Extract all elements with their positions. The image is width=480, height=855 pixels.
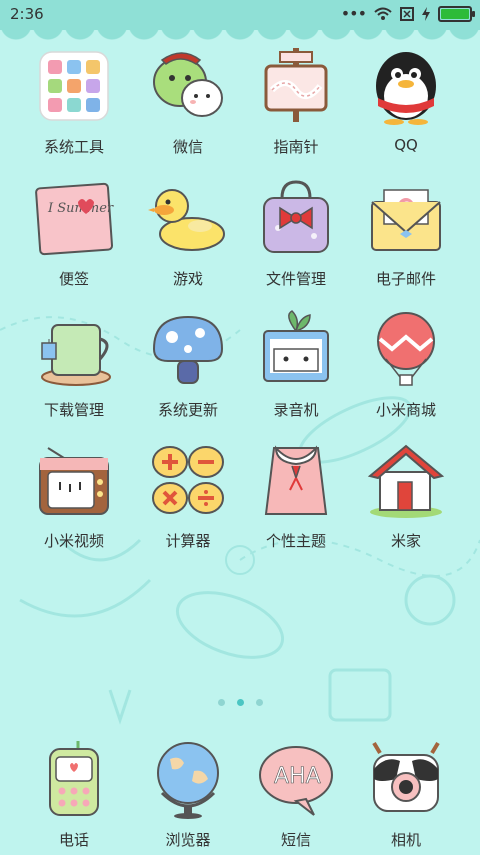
messages-icon: AHA — [259, 746, 333, 816]
dock-camera[interactable]: 相机 — [346, 735, 466, 855]
app-label: 电话 — [58, 831, 89, 849]
app-label: 小米商城 — [375, 401, 436, 419]
app-file-manager[interactable]: 文件管理 — [236, 174, 356, 294]
dock-phone[interactable]: 电话 — [14, 735, 134, 855]
app-mi-store[interactable]: 小米商城 — [346, 305, 466, 425]
app-themes[interactable]: 个性主题 — [236, 436, 356, 556]
email-icon: @ — [371, 189, 441, 251]
app-system-update[interactable]: 系统更新 — [128, 305, 248, 425]
recorder-icon — [263, 310, 329, 382]
camera-icon — [372, 741, 440, 812]
app-downloads[interactable]: 下载管理 — [14, 305, 134, 425]
app-label: 下载管理 — [43, 401, 104, 419]
app-wechat[interactable]: 微信 — [128, 42, 248, 162]
games-icon — [148, 189, 225, 251]
phone-icon — [49, 741, 99, 816]
statusbar-scallop — [0, 24, 480, 40]
messages-bubble-text: AHA — [274, 764, 321, 789]
app-label: 个性主题 — [265, 532, 326, 550]
app-label: 便签 — [58, 270, 89, 288]
app-label: 游戏 — [172, 270, 203, 288]
browser-icon — [157, 742, 219, 819]
app-label: QQ — [394, 136, 418, 154]
app-mijia[interactable]: 米家 — [346, 436, 466, 556]
calculator-icon — [152, 446, 224, 514]
app-notes[interactable]: I Summer 便签 — [14, 174, 134, 294]
app-label: 文件管理 — [265, 270, 326, 288]
app-games[interactable]: 游戏 — [128, 174, 248, 294]
app-label: 电子邮件 — [375, 270, 436, 288]
file-manager-icon — [263, 180, 329, 253]
wifi-icon — [374, 7, 392, 20]
page-dot[interactable] — [217, 699, 225, 706]
app-label: 微信 — [172, 138, 203, 156]
charging-icon — [422, 6, 430, 21]
dock-messages[interactable]: AHA 短信 — [236, 735, 356, 855]
app-label: 浏览器 — [165, 831, 211, 849]
battery-icon — [438, 5, 475, 22]
system-update-icon — [152, 315, 224, 384]
app-calculator[interactable]: 计算器 — [128, 436, 248, 556]
mijia-icon — [367, 444, 445, 518]
app-system-tools[interactable]: 系统工具 — [14, 42, 134, 162]
page-indicator[interactable] — [0, 699, 480, 706]
app-label: 系统更新 — [157, 401, 218, 419]
page-dot-active[interactable] — [236, 699, 244, 706]
system-tools-icon — [39, 51, 109, 121]
app-label: 录音机 — [273, 401, 319, 419]
app-qq[interactable]: QQ — [346, 42, 466, 162]
qq-icon — [376, 52, 436, 125]
app-label: 计算器 — [165, 532, 211, 550]
dock-browser[interactable]: 浏览器 — [128, 735, 248, 855]
status-time: 2:36 — [10, 5, 44, 23]
themes-icon — [264, 445, 328, 515]
app-label: 指南针 — [273, 138, 319, 156]
dock: 电话 浏览器 AHA 短信 相机 — [0, 735, 480, 853]
notes-icon: I Summer — [35, 182, 114, 256]
sim-icon — [400, 6, 414, 21]
app-label: 系统工具 — [43, 138, 104, 156]
app-compass[interactable]: 指南针 — [236, 42, 356, 162]
app-label: 短信 — [280, 831, 311, 849]
app-label: 小米视频 — [43, 532, 104, 550]
app-label: 米家 — [390, 532, 421, 550]
app-email[interactable]: @ 电子邮件 — [346, 174, 466, 294]
more-icon: ••• — [340, 4, 367, 23]
mi-video-icon — [39, 447, 109, 515]
mi-store-icon — [377, 312, 435, 386]
app-recorder[interactable]: 录音机 — [236, 305, 356, 425]
compass-icon — [264, 48, 328, 122]
app-mi-video[interactable]: 小米视频 — [14, 436, 134, 556]
page-dot[interactable] — [255, 699, 263, 706]
downloads-icon — [41, 324, 111, 386]
wechat-icon — [153, 52, 223, 117]
app-label: 相机 — [390, 831, 421, 849]
